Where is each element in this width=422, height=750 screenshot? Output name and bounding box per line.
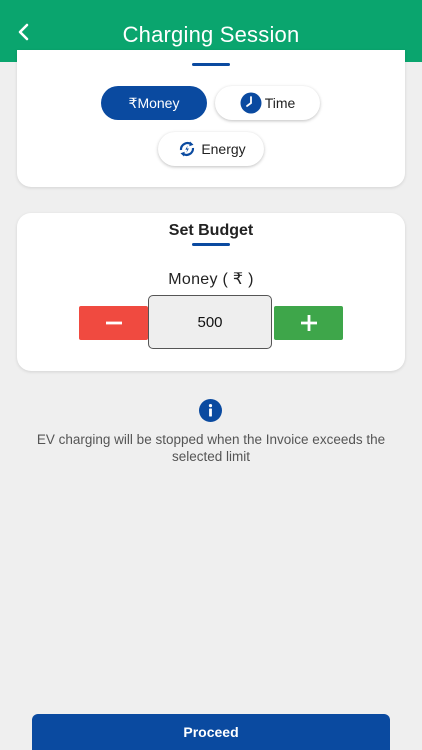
- info-icon: [199, 399, 222, 422]
- budget-card: Set Budget Money ( ₹ ): [17, 213, 405, 371]
- clock-icon: [240, 92, 262, 114]
- page-title: Charging Session: [122, 22, 300, 47]
- refresh-bolt-icon: [176, 138, 198, 160]
- proceed-button[interactable]: Proceed: [32, 714, 390, 750]
- info-message: EV charging will be stopped when the Inv…: [36, 432, 386, 464]
- time-mode-label: Time: [264, 95, 296, 111]
- money-mode-label: ₹Money: [128, 94, 180, 111]
- increment-button[interactable]: [274, 306, 343, 340]
- time-mode-button[interactable]: Time: [215, 86, 320, 120]
- mode-selector-card: ₹Money Time Energy: [17, 50, 405, 187]
- money-label: Money ( ₹ ): [168, 271, 254, 288]
- amount-input[interactable]: [148, 295, 272, 349]
- budget-underline: [192, 243, 230, 246]
- decrement-button[interactable]: [79, 306, 148, 340]
- money-mode-button[interactable]: ₹Money: [101, 86, 207, 120]
- minus-icon: [105, 321, 122, 325]
- budget-title: Set Budget: [168, 222, 254, 239]
- energy-mode-button[interactable]: Energy: [158, 132, 264, 166]
- energy-mode-label: Energy: [201, 141, 246, 157]
- section-underline: [192, 63, 230, 66]
- plus-icon: [300, 315, 317, 331]
